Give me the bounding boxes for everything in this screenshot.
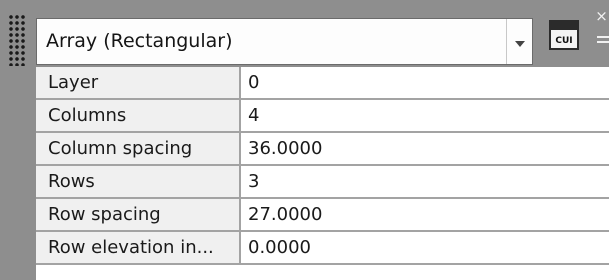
property-label: Rows <box>36 166 241 197</box>
property-value[interactable]: 0 <box>241 67 609 98</box>
close-icon[interactable]: × <box>594 8 609 24</box>
property-label: Columns <box>36 100 241 131</box>
property-value[interactable]: 36.0000 <box>241 133 609 164</box>
property-row-column-spacing[interactable]: Column spacing 36.0000 <box>36 133 609 166</box>
property-value[interactable]: 3 <box>241 166 609 197</box>
property-label: Column spacing <box>36 133 241 164</box>
property-value[interactable]: 0.0000 <box>241 232 609 263</box>
property-row-row-spacing[interactable]: Row spacing 27.0000 <box>36 199 609 232</box>
cui-icon-titlebar <box>551 22 577 30</box>
cui-button-label: CUI <box>555 36 573 46</box>
object-type-value: Array (Rectangular) <box>46 30 233 52</box>
chevron-down-icon[interactable] <box>506 19 532 64</box>
properties-grid: Layer 0 Columns 4 Column spacing 36.0000… <box>36 67 609 280</box>
object-type-dropdown[interactable]: Array (Rectangular) <box>36 18 533 65</box>
property-row-rows[interactable]: Rows 3 <box>36 166 609 199</box>
properties-palette: × Array (Rectangular) CUI Layer 0 Column… <box>0 0 609 280</box>
menu-icon[interactable] <box>597 36 609 48</box>
property-label: Layer <box>36 67 241 98</box>
property-row-columns[interactable]: Columns 4 <box>36 100 609 133</box>
cui-button[interactable]: CUI <box>549 20 579 50</box>
property-label: Row elevation in... <box>36 232 241 263</box>
property-label: Row spacing <box>36 199 241 230</box>
drag-grip-handle[interactable] <box>8 14 26 66</box>
property-value[interactable]: 27.0000 <box>241 199 609 230</box>
property-row-row-elevation[interactable]: Row elevation in... 0.0000 <box>36 232 609 265</box>
property-row-layer[interactable]: Layer 0 <box>36 67 609 100</box>
property-value[interactable]: 4 <box>241 100 609 131</box>
